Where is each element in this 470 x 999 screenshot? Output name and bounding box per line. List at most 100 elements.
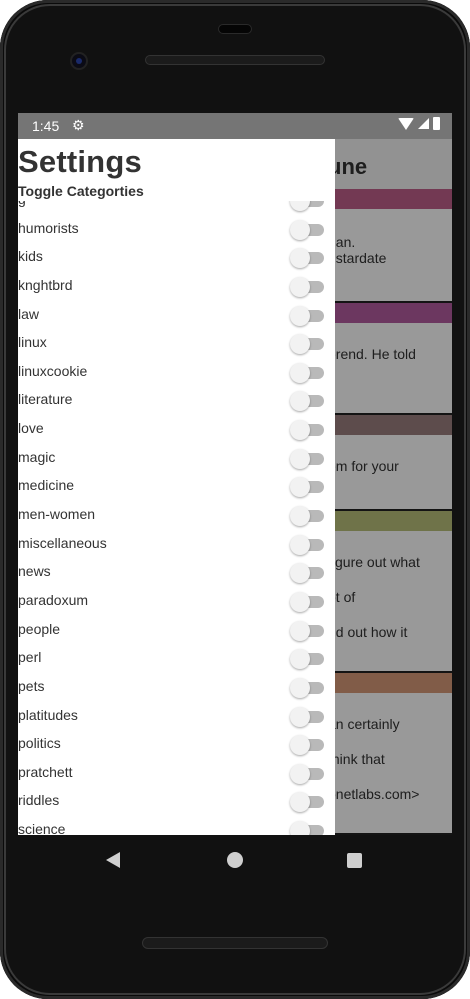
category-toggle[interactable]	[290, 792, 324, 813]
category-label: news	[18, 563, 51, 580]
top-speaker-grill	[145, 55, 325, 65]
category-label: paradoxum	[18, 591, 89, 608]
category-toggle[interactable]	[290, 362, 324, 383]
category-label: linux	[18, 334, 47, 351]
status-bar: 1:45 ⚙	[18, 113, 452, 139]
category-label: people	[18, 620, 61, 637]
signal-icon	[418, 118, 429, 129]
category-row: kids	[18, 244, 335, 273]
toggle-knob	[290, 591, 310, 612]
category-toggle[interactable]	[290, 477, 324, 498]
category-list[interactable]: g humorists kids knghtbrd law linux linuxcooki…	[18, 201, 335, 835]
category-row: platitudes	[18, 703, 335, 732]
category-label: platitudes	[18, 706, 78, 723]
category-toggle[interactable]	[290, 677, 324, 698]
toggle-knob	[290, 763, 310, 784]
category-toggle[interactable]	[290, 248, 324, 269]
category-toggle[interactable]	[290, 649, 324, 670]
bottom-speaker-grill	[142, 937, 328, 949]
toggle-knob	[290, 362, 310, 383]
category-row: literature	[18, 387, 335, 416]
category-label: medicine	[18, 477, 75, 494]
toggle-knob	[290, 649, 310, 670]
navigation-bar	[18, 835, 452, 885]
toggle-knob	[290, 620, 310, 641]
toggle-knob	[290, 706, 310, 727]
category-toggle[interactable]	[290, 219, 324, 240]
category-row: news	[18, 559, 335, 588]
toggle-knob	[290, 201, 310, 211]
category-row: politics	[18, 731, 335, 760]
toggle-knob	[290, 506, 310, 527]
category-row: perl	[18, 645, 335, 674]
drawer-title: Settings	[18, 144, 142, 179]
category-label: humorists	[18, 219, 79, 236]
home-icon[interactable]	[227, 852, 243, 868]
toggle-knob	[290, 477, 310, 498]
category-label: science	[18, 821, 66, 835]
category-label: miscellaneous	[18, 534, 107, 551]
category-toggle[interactable]	[290, 735, 324, 756]
front-camera-icon	[70, 52, 88, 70]
category-row: humorists	[18, 216, 335, 245]
category-label: politics	[18, 735, 61, 752]
category-toggle[interactable]	[290, 591, 324, 612]
category-label: pets	[18, 677, 45, 694]
category-row: people	[18, 617, 335, 646]
category-toggle[interactable]	[290, 763, 324, 784]
category-row: knghtbrd	[18, 273, 335, 302]
category-label: magic	[18, 448, 56, 465]
category-label: men-women	[18, 506, 96, 523]
category-toggle[interactable]	[290, 305, 324, 326]
toggle-knob	[290, 219, 310, 240]
toggle-knob	[290, 248, 310, 269]
category-row: g	[18, 201, 335, 216]
category-label: g	[18, 201, 26, 207]
category-toggle[interactable]	[290, 506, 324, 527]
toggle-knob	[290, 391, 310, 412]
category-toggle[interactable]	[290, 620, 324, 641]
battery-icon	[433, 117, 440, 130]
toggle-knob	[290, 276, 310, 297]
drawer-subtitle: Toggle Categorties	[18, 183, 144, 199]
toggle-knob	[290, 563, 310, 584]
category-label: law	[18, 305, 40, 322]
category-label: knghtbrd	[18, 276, 73, 293]
category-toggle[interactable]	[290, 391, 324, 412]
category-row: miscellaneous	[18, 531, 335, 560]
toggle-knob	[290, 677, 310, 698]
category-row: paradoxum	[18, 588, 335, 617]
toggle-knob	[290, 534, 310, 555]
status-time: 1:45	[32, 118, 60, 134]
category-row: pets	[18, 674, 335, 703]
category-row: linuxcookie	[18, 359, 335, 388]
category-row: love	[18, 416, 335, 445]
category-toggle[interactable]	[290, 706, 324, 727]
toggle-knob	[290, 792, 310, 813]
category-toggle[interactable]	[290, 201, 324, 211]
category-toggle[interactable]	[290, 534, 324, 555]
category-toggle[interactable]	[290, 420, 324, 441]
category-row: linux	[18, 330, 335, 359]
category-toggle[interactable]	[290, 563, 324, 584]
toggle-knob	[290, 334, 310, 355]
category-label: perl	[18, 649, 42, 666]
wifi-icon	[398, 117, 414, 130]
recents-icon[interactable]	[347, 853, 362, 868]
toggle-knob	[290, 448, 310, 469]
category-toggle[interactable]	[290, 334, 324, 355]
toggle-knob	[290, 735, 310, 756]
category-row: pratchett	[18, 760, 335, 789]
category-row: law	[18, 302, 335, 331]
settings-drawer: Settings Toggle Categorties g humorists ki…	[18, 139, 335, 835]
category-row: riddles	[18, 788, 335, 817]
category-label: literature	[18, 391, 73, 408]
category-label: linuxcookie	[18, 362, 88, 379]
back-icon[interactable]	[106, 852, 120, 868]
category-label: love	[18, 420, 44, 437]
category-toggle[interactable]	[290, 448, 324, 469]
category-row: science	[18, 817, 335, 835]
toggle-knob	[290, 420, 310, 441]
category-toggle[interactable]	[290, 276, 324, 297]
category-toggle[interactable]	[290, 821, 324, 835]
